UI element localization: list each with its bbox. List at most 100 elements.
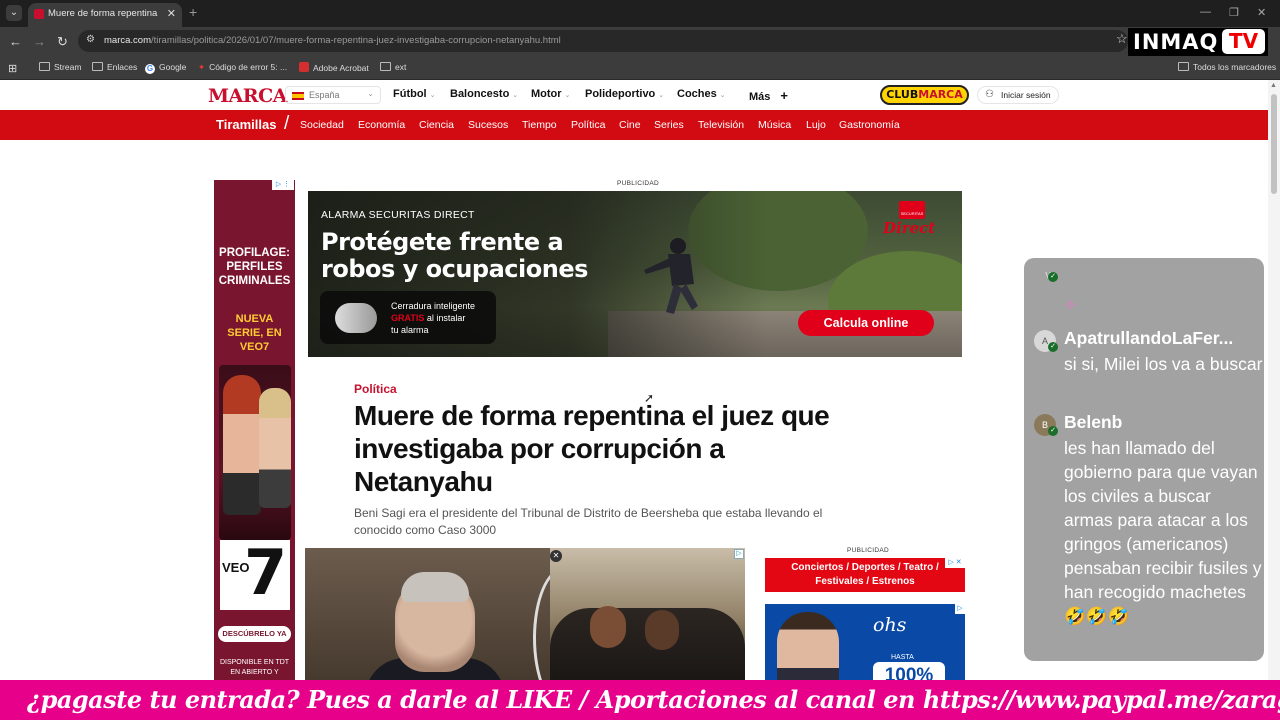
bookmark-ext[interactable]: ext <box>380 62 406 72</box>
minimize-icon[interactable]: — <box>1200 6 1211 18</box>
inmaq-tv-logo: INMAQ TV <box>1128 28 1268 56</box>
plus-icon: + <box>780 88 788 103</box>
ticker-text: ¿pagaste tu entrada? Pues a darle al LIK… <box>27 685 1280 714</box>
club-marca-logo[interactable]: CLUBMARCA <box>880 85 969 105</box>
subnav-series[interactable]: Series <box>654 119 684 131</box>
subnav-sucesos[interactable]: Sucesos <box>468 119 508 131</box>
site-info-icon[interactable]: ⚙ <box>86 34 95 45</box>
subnav-tiempo[interactable]: Tiempo <box>522 119 557 131</box>
adchoices-icon[interactable]: ▷ ✕ <box>945 558 965 568</box>
nav-coches[interactable]: Coches ⌄ <box>677 88 726 100</box>
country-select[interactable]: España ⌄ <box>285 86 381 104</box>
moderator-badge-icon: ✓ <box>1048 272 1058 282</box>
adchoices-icon[interactable]: ▷ ⋮ <box>272 180 294 190</box>
url-bar[interactable]: ⚙ marca.com/tiramillas/politica/2026/01/… <box>78 30 1128 52</box>
nav-baloncesto[interactable]: Baloncesto ⌄ <box>450 88 518 100</box>
bookmark-adobe[interactable]: Adobe Acrobat <box>299 62 369 73</box>
subnav-politica[interactable]: Política <box>571 119 605 131</box>
chat-message: V ✓ ✧ <box>1034 266 1262 316</box>
inline-video-ad[interactable] <box>550 548 745 680</box>
subnav-economia[interactable]: Economía <box>358 119 405 131</box>
bookmark-enlaces[interactable]: Enlaces <box>92 62 137 72</box>
article-main-photo <box>305 548 550 680</box>
url-text[interactable]: marca.com/tiramillas/politica/2026/01/07… <box>104 35 561 46</box>
chevron-down-icon: ⌄ <box>564 92 571 99</box>
securitas-banner-ad[interactable]: ALARMA SECURITAS DIRECT Protégete frente… <box>308 191 962 357</box>
chat-username: ApatrullandoLaFer... <box>1064 328 1234 348</box>
spain-flag-icon <box>292 92 304 100</box>
bookmark-star-icon[interactable]: ☆ <box>1116 31 1128 47</box>
chevron-down-icon: ⌄ <box>367 89 374 98</box>
page-scrollbar[interactable]: ▲ <box>1268 80 1280 680</box>
ad-title: PROFILAGE: PERFILES CRIMINALES <box>218 247 291 287</box>
smart-lock-image <box>335 303 377 333</box>
banner-brand: ALARMA SECURITAS DIRECT <box>321 209 475 221</box>
tab-close-icon[interactable]: ✕ <box>167 7 176 20</box>
banner-headline: Protégete frente a robos y ocupaciones <box>321 228 588 283</box>
ohs-ad[interactable]: ohs HASTA 100% ▷ <box>765 604 965 680</box>
nav-polideportivo[interactable]: Polideportivo ⌄ <box>585 88 664 100</box>
article-category[interactable]: Política <box>354 382 397 396</box>
folder-icon <box>39 62 50 71</box>
bookmark-error[interactable]: ✦ Código de error 5: ... <box>198 62 287 73</box>
all-bookmarks[interactable]: Todos los marcadores <box>1178 62 1276 72</box>
inmaq-logo-tv: TV <box>1222 29 1265 54</box>
close-ad-icon[interactable]: ✕ <box>550 550 562 562</box>
adchoices-icon[interactable]: ▷ <box>955 604 965 614</box>
chat-message: A ✓ ApatrullandoLaFer... si si, Milei lo… <box>1034 328 1262 403</box>
ad-person-image <box>645 610 679 650</box>
sparkle-emoji-icon: ✧ <box>1064 297 1077 314</box>
adchoices-icon[interactable]: ▷ <box>734 549 744 559</box>
divider: / <box>284 113 290 134</box>
error-icon: ✦ <box>198 62 206 72</box>
article-standfirst: Beni Sagi era el presidente del Tribunal… <box>354 506 823 537</box>
apps-grid-icon[interactable]: ⊞ <box>8 62 17 75</box>
forward-icon[interactable]: → <box>33 34 46 49</box>
smart-lock-text: Cerradura inteligente GRATIS al instalar… <box>391 301 476 335</box>
marca-logo[interactable]: MARCA <box>208 85 287 107</box>
tab-search-button[interactable]: ⌄ <box>6 5 22 21</box>
address-toolbar: ← → ↻ ⚙ marca.com/tiramillas/politica/20… <box>0 27 1280 56</box>
subnav-ciencia[interactable]: Ciencia <box>419 119 454 131</box>
browser-tab[interactable]: Muere de forma repentina el juez ✕ <box>28 3 182 27</box>
nav-motor[interactable]: Motor ⌄ <box>531 88 570 100</box>
nav-mas[interactable]: Más + <box>749 88 788 103</box>
back-icon[interactable]: ← <box>9 34 22 49</box>
bookmark-google[interactable]: G Google <box>145 62 186 74</box>
section-nav: Tiramillas / Sociedad Economía Ciencia S… <box>0 110 1268 140</box>
new-tab-button[interactable]: + <box>189 4 197 20</box>
scroll-up-icon[interactable]: ▲ <box>1270 82 1277 89</box>
events-ad[interactable]: Conciertos / Deportes / Teatro / Festiva… <box>765 558 965 592</box>
nav-futbol[interactable]: Fútbol ⌄ <box>393 88 435 100</box>
marca-favicon-icon <box>34 9 44 19</box>
subnav-lujo[interactable]: Lujo <box>806 119 826 131</box>
chat-text: les han llamado del gobierno para que va… <box>1064 438 1262 626</box>
tab-title: Muere de forma repentina el juez <box>48 8 160 19</box>
subnav-cine[interactable]: Cine <box>619 119 641 131</box>
ad-label: PUBLICIDAD <box>617 180 660 187</box>
ad-subtitle: NUEVA SERIE, EN VEO7 <box>227 313 282 353</box>
subnav-sociedad[interactable]: Sociedad <box>300 119 344 131</box>
adobe-icon <box>299 62 309 72</box>
ad-person-image <box>590 606 626 648</box>
subnav-gastronomia[interactable]: Gastronomía <box>839 119 900 131</box>
ad-footer: DISPONIBLE EN TDT EN ABIERTO Y <box>219 659 290 676</box>
scrollbar-thumb[interactable] <box>1271 94 1277 194</box>
reload-icon[interactable]: ↻ <box>57 34 68 50</box>
window-close-icon[interactable]: ✕ <box>1257 6 1266 19</box>
subnav-television[interactable]: Televisión <box>698 119 744 131</box>
subnav-musica[interactable]: Música <box>758 119 791 131</box>
ad-actress-image <box>259 388 291 508</box>
securitas-logo-direct: Direct <box>883 219 936 237</box>
login-label: Iniciar sesión <box>1001 90 1051 100</box>
marca-header: MARCA España ⌄ Fútbol ⌄ Baloncesto ⌄ Motor… <box>0 80 1268 110</box>
section-title[interactable]: Tiramillas <box>216 117 276 132</box>
login-button[interactable]: ⚇ Iniciar sesión <box>977 86 1059 104</box>
left-skyscraper-ad[interactable]: ▷ ⋮ PROFILAGE: PERFILES CRIMINALES NUEVA… <box>214 180 295 680</box>
maximize-icon[interactable]: ❐ <box>1229 6 1239 19</box>
calcula-online-button[interactable]: Calcula online <box>798 310 934 336</box>
ad-cta-button[interactable]: DESCÚBRELO YA <box>218 626 291 642</box>
bookmark-stream[interactable]: Stream <box>39 62 81 72</box>
chat-username: Belenb <box>1064 412 1123 432</box>
veo7-text: VEO <box>222 560 250 575</box>
